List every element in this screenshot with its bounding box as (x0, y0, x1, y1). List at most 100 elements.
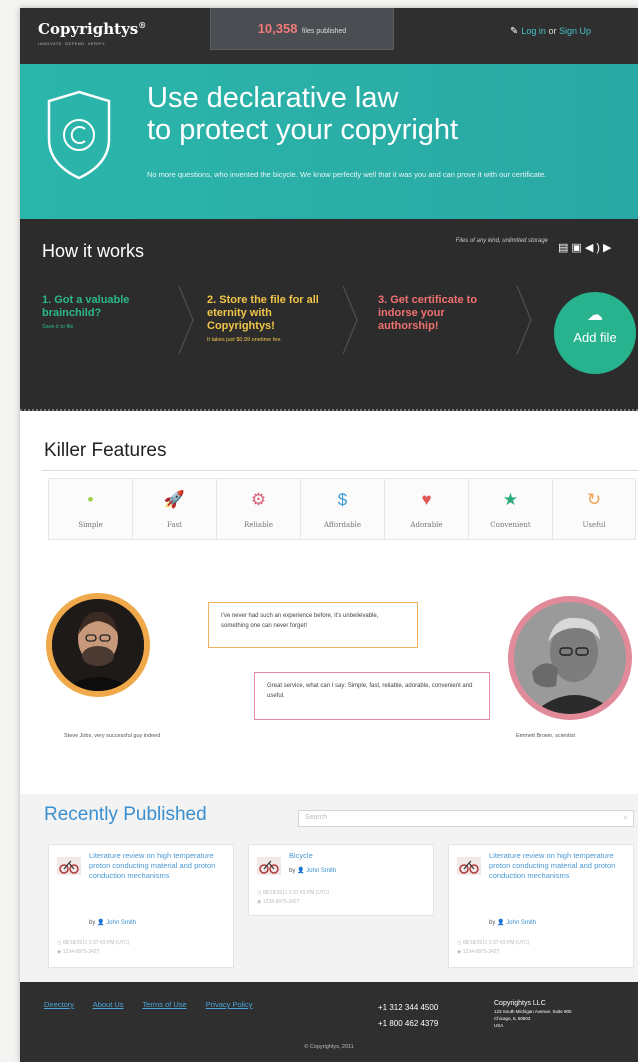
features-list: • Simple 🚀 Fast ⚙ Reliable $ Affordable … (48, 478, 638, 540)
hero-title-line2: to protect your copyright (147, 114, 459, 146)
phone-2: +1 800 462 4379 (378, 1019, 439, 1028)
auth-links: ✎ Log in or Sign Up (510, 26, 591, 37)
card-meta: ◷ 08/18/2011 2:37:49 PM (UTC) ◉ 1234-987… (257, 889, 329, 907)
top-bar: Copyrightys® INNOVATE. DEFEND. VERIFY. 1… (20, 8, 638, 64)
card-title[interactable]: Literature review on high temperature pr… (489, 851, 627, 881)
add-file-button[interactable]: ☁ Add file (554, 292, 636, 374)
cloud-upload-icon: ☁ (587, 307, 603, 324)
card-author: by 👤 John Smith (289, 868, 337, 874)
dot-icon: • (87, 490, 94, 509)
company-address-2: Chicago, IL 60603 (494, 1016, 531, 1021)
feature-label: Adorable (410, 521, 443, 529)
bicycle-thumbnail-icon (257, 857, 281, 875)
card-date-text: 08/18/2011 2:37:49 PM (UTC) (262, 890, 330, 896)
features-title: Killer Features (44, 440, 167, 461)
published-card-2[interactable]: Bicycle by 👤 John Smith ◷ 08/18/2011 2:3… (248, 844, 434, 916)
step-2-title: 2. Store the file for all eternity with … (207, 294, 319, 332)
video-play-icon: ▶ (602, 242, 615, 254)
published-card-3[interactable]: Literature review on high temperature pr… (448, 844, 634, 968)
card-title[interactable]: Literature review on high temperature pr… (89, 851, 227, 881)
logo-text: Copyrightys (38, 20, 139, 38)
search-input[interactable]: Search ⌕ (298, 810, 634, 827)
card-meta: ◷ 08/18/2011 2:37:49 PM (UTC) ◉ 1234-987… (57, 939, 129, 957)
rocket-icon: 🚀 (163, 490, 186, 509)
files-label: files published (301, 28, 347, 35)
card-author-name[interactable]: John Smith (506, 920, 536, 926)
testimonial-caption-1: Steve Jobs, very successful guy indeed (64, 733, 161, 739)
pencil-icon: ✎ (510, 26, 519, 37)
star-icon: ★ (502, 490, 519, 509)
avatar-jobs-portrait (52, 599, 144, 691)
feature-label: Reliable (244, 521, 273, 529)
image-icon: ▣ (571, 242, 585, 254)
published-card-1[interactable]: Literature review on high temperature pr… (48, 844, 234, 968)
feature-adorable: ♥ Adorable (384, 478, 468, 540)
files-count: 10,358 (257, 21, 298, 36)
step-2-subtitle: It takes just $0.99 onetime fee. (207, 337, 282, 343)
feature-label: Useful (582, 521, 606, 529)
card-hash: ◉ 1234-9875-3427 (457, 949, 500, 955)
card-author: by 👤 John Smith (89, 920, 137, 926)
document-icon: ▤ (558, 242, 572, 254)
footer-links: Directory About Us Terms of Use Privacy … (44, 1000, 269, 1009)
avatar-brown (514, 602, 626, 714)
card-author-name[interactable]: John Smith (106, 920, 136, 926)
footer-link-privacy[interactable]: Privacy Policy (206, 1000, 253, 1009)
feature-label: Fast (167, 521, 182, 529)
how-it-works-section: How it works Files of any kind, unlimite… (20, 219, 638, 411)
feature-label: Simple (78, 521, 103, 529)
bicycle-thumbnail-icon (57, 857, 81, 875)
step-arrow-icon (342, 285, 358, 355)
footer-phones: +1 312 344 4500 +1 800 462 4379 (378, 1000, 438, 1032)
card-author-name[interactable]: John Smith (306, 868, 336, 874)
step-3-title: 3. Get certificate to indorse your autho… (378, 294, 478, 332)
logo[interactable]: Copyrightys® (38, 20, 146, 38)
login-link[interactable]: Log in (521, 26, 546, 36)
feature-label: Affordable (324, 521, 361, 529)
feature-affordable: $ Affordable (300, 478, 384, 540)
files-counter: 10,358 files published (210, 8, 394, 50)
footer-link-about[interactable]: About Us (93, 1000, 124, 1009)
step-2: 2. Store the file for all eternity with … (207, 294, 337, 344)
logo-tagline: INNOVATE. DEFEND. VERIFY. (38, 41, 107, 46)
refresh-icon: ↻ (586, 490, 602, 509)
gear-icon: ⚙ (250, 490, 267, 509)
footer-link-directory[interactable]: Directory (44, 1000, 74, 1009)
hero-title-line1: Use declarative law (147, 82, 399, 114)
step-arrow-icon (178, 285, 194, 355)
card-hash: ◉ 1234-9875-3427 (257, 899, 300, 905)
how-it-works-title: How it works (42, 241, 145, 261)
card-title[interactable]: Bicycle (289, 851, 427, 861)
hero-banner: Use declarative law to protect your copy… (20, 64, 638, 219)
testimonial-quote-2: Great service, what can I say: Simple, f… (267, 683, 473, 699)
card-hash-text: 1234-9875-3427 (62, 949, 100, 955)
logo-registered-mark: ® (138, 20, 147, 30)
page: Copyrightys® INNOVATE. DEFEND. VERIFY. 1… (20, 8, 638, 1062)
testimonial-bubble-2: Great service, what can I say: Simple, f… (254, 672, 490, 720)
step-1: 1. Got a valuable brainchild? Save it to… (42, 294, 172, 331)
search-icon[interactable]: ⌕ (624, 813, 628, 823)
avatar-jobs (52, 599, 144, 691)
copyright: © Copyrightys, 2011 (304, 1044, 354, 1050)
card-date-text: 08/18/2011 2:37:49 PM (UTC) (462, 940, 530, 946)
feature-label: Convenient (490, 521, 531, 529)
card-date: ◷ 08/18/2011 2:37:49 PM (UTC) (57, 940, 130, 946)
hero-title: Use declarative law to protect your copy… (147, 82, 458, 146)
user-icon: 👤 (497, 920, 505, 926)
phone-1: +1 312 344 4500 (378, 1003, 439, 1012)
card-hash-text: 1234-9875-3427 (262, 899, 300, 905)
card-author: by 👤 John Smith (489, 920, 537, 926)
signup-link[interactable]: Sign Up (559, 26, 591, 36)
card-date-text: 08/18/2011 2:37:49 PM (UTC) (62, 940, 130, 946)
recently-published-section: Recently Published Search ⌕ Literature r… (20, 794, 638, 982)
feature-useful: ↻ Useful (552, 478, 636, 540)
hero-subtitle: No more questions, who invented the bicy… (147, 170, 547, 179)
heart-icon: ♥ (421, 490, 432, 509)
company-address-3: USA (494, 1023, 504, 1028)
feature-fast: 🚀 Fast (132, 478, 216, 540)
footer-link-terms[interactable]: Terms of Use (143, 1000, 187, 1009)
copyright-shield-icon (47, 90, 111, 180)
dollar-icon: $ (337, 490, 348, 509)
step-1-subtitle: Save it to file (42, 324, 74, 330)
card-date: ◷ 08/18/2011 2:37:49 PM (UTC) (457, 940, 530, 946)
